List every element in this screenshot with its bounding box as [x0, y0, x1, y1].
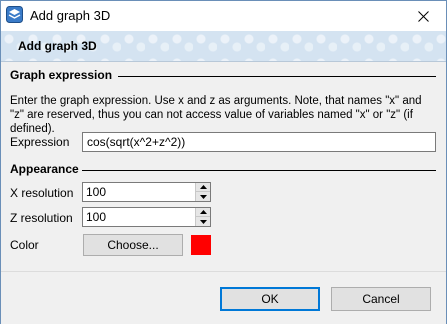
add-graph-3d-dialog: Add graph 3D Add graph 3D Graph expressi…	[0, 0, 447, 324]
cancel-button[interactable]: Cancel	[331, 287, 431, 311]
graph-expression-section-title: Graph expression	[10, 68, 113, 82]
appearance-section-title: Appearance	[10, 162, 79, 176]
z-resolution-increment-button[interactable]	[195, 208, 210, 217]
choose-color-button[interactable]: Choose...	[83, 234, 183, 256]
chevron-down-icon	[199, 219, 207, 224]
title-bar[interactable]: Add graph 3D	[1, 1, 446, 31]
z-resolution-label: Z resolution	[10, 211, 73, 225]
ok-button[interactable]: OK	[220, 287, 320, 311]
graph-app-icon	[6, 6, 23, 23]
chevron-up-icon	[199, 185, 207, 189]
chevron-down-icon	[199, 194, 207, 199]
x-resolution-spin-buttons	[195, 183, 210, 201]
z-resolution-value[interactable]: 100	[86, 210, 106, 224]
x-resolution-stepper[interactable]: 100	[82, 182, 211, 202]
section-divider	[82, 170, 436, 171]
x-resolution-label: X resolution	[10, 186, 74, 200]
x-resolution-value[interactable]: 100	[86, 185, 106, 199]
expression-label: Expression	[10, 135, 70, 149]
window-title: Add graph 3D	[30, 8, 111, 23]
z-resolution-stepper[interactable]: 100	[82, 207, 211, 227]
close-button[interactable]	[401, 1, 446, 31]
color-label: Color	[10, 238, 39, 252]
color-swatch[interactable]	[191, 235, 211, 255]
chevron-up-icon	[199, 210, 207, 214]
section-divider	[118, 76, 436, 77]
expression-description: Enter the graph expression. Use x and z …	[10, 95, 422, 135]
close-icon	[418, 10, 429, 22]
z-resolution-spin-buttons	[195, 208, 210, 226]
dialog-header: Add graph 3D	[1, 31, 446, 62]
dialog-footer: OK Cancel	[1, 271, 446, 324]
expression-input[interactable]: cos(sqrt(x^2+z^2))	[82, 132, 436, 152]
header-title: Add graph 3D	[18, 39, 97, 53]
x-resolution-increment-button[interactable]	[195, 183, 210, 192]
z-resolution-decrement-button[interactable]	[195, 217, 210, 226]
x-resolution-decrement-button[interactable]	[195, 192, 210, 201]
